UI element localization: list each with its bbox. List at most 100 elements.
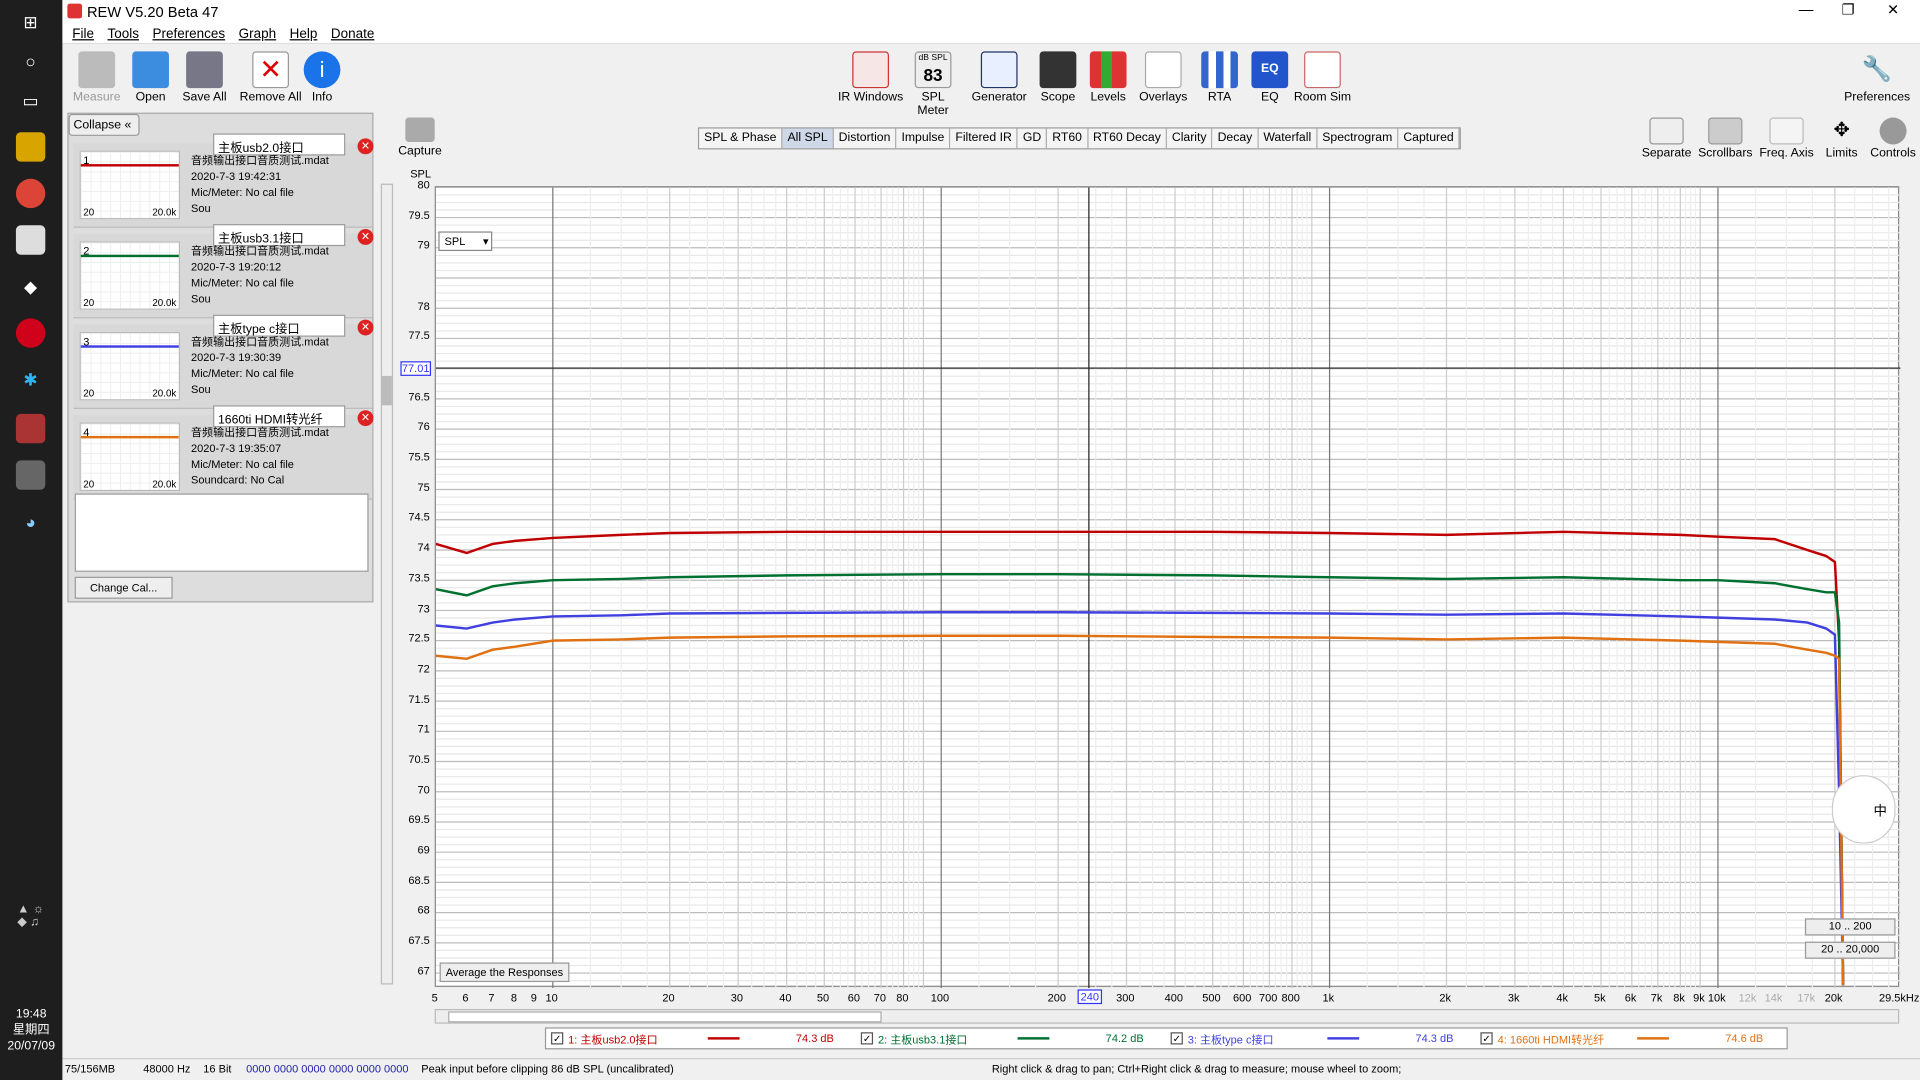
remove-measurement-icon[interactable]: ✕ (357, 138, 374, 155)
app-icon[interactable]: ✱ (16, 365, 45, 394)
windows-start-icon[interactable]: ⊞ (16, 7, 45, 36)
vertical-scrollbar[interactable] (380, 183, 394, 985)
capture-button[interactable]: Capture (396, 117, 445, 158)
legend-item-2[interactable]: ✓ 2: 主板usb3.1接口 74.2 dB (856, 1029, 1166, 1049)
legend-item-1[interactable]: ✓ 1: 主板usb2.0接口 74.3 dB (546, 1029, 856, 1049)
clock-date: 20/07/09 (7, 1039, 56, 1054)
generator-icon (980, 51, 1018, 89)
remove-measurement-icon[interactable]: ✕ (357, 410, 374, 427)
generator-button[interactable]: Generator (970, 51, 1029, 104)
remove-measurement-icon[interactable]: ✕ (357, 319, 374, 336)
spl-graph[interactable]: SPL ▾ Average the Responses 10 .. 200 20 … (434, 186, 1901, 989)
range-button-20-20000[interactable]: 20 .. 20,000 (1804, 941, 1896, 959)
menu-tools[interactable]: Tools (108, 27, 139, 42)
collapse-button[interactable]: Collapse « (68, 113, 140, 136)
menu-graph[interactable]: Graph (239, 27, 276, 42)
y-tick-label: 74 (417, 541, 430, 554)
legend-checkbox[interactable]: ✓ (551, 1032, 564, 1045)
ime-mascot: 中 (1831, 775, 1896, 844)
menu-preferences[interactable]: Preferences (153, 27, 226, 42)
levels-button[interactable]: Levels (1086, 51, 1130, 104)
horizontal-scrollbar[interactable] (434, 1008, 1900, 1024)
measurement-item-1[interactable]: 1 20 20.0k 主板usb2.0接口 ✕ 音频输出接口音质测试.mdat 202… (73, 133, 374, 228)
y-tick-label: 70.5 (408, 752, 430, 766)
chrome-icon[interactable] (15, 178, 46, 209)
tab-waterfall[interactable]: Waterfall (1258, 128, 1318, 149)
rew-java-icon[interactable] (15, 460, 46, 490)
netease-music-icon[interactable] (15, 318, 46, 348)
tab-captured[interactable]: Captured (1398, 128, 1460, 149)
tab-impulse[interactable]: Impulse (896, 128, 951, 149)
cal-file-box (74, 493, 369, 572)
menu-donate[interactable]: Donate (331, 27, 374, 42)
tray-icons[interactable]: ▲ ☼ ◆ ♫ (16, 867, 45, 965)
overlays-button[interactable]: Overlays (1135, 51, 1191, 104)
legend-checkbox[interactable]: ✓ (860, 1032, 874, 1045)
x-tick-label: 200 (1047, 991, 1067, 1005)
tab-filtered-ir[interactable]: Filtered IR (950, 128, 1018, 149)
legend-checkbox[interactable]: ✓ (1170, 1032, 1183, 1045)
x-tick-label: 80 (896, 991, 909, 1005)
x-tick-label: 50 (816, 991, 830, 1005)
controls-button[interactable]: Controls (1867, 117, 1918, 160)
legend-checkbox[interactable]: ✓ (1480, 1032, 1493, 1045)
app-icon (67, 3, 83, 19)
menu-file[interactable]: File (72, 27, 94, 42)
close-button[interactable]: ✕ (1887, 1, 1899, 18)
open-button[interactable]: Open (126, 51, 175, 104)
limits-button[interactable]: ✥ Limits (1816, 118, 1867, 160)
preferences-button[interactable]: 🔧 Preferences (1843, 51, 1912, 104)
minimize-button[interactable]: — (1799, 1, 1814, 18)
freq-axis-button[interactable]: Freq. Axis (1757, 117, 1816, 160)
tab-rt60[interactable]: RT60 (1047, 128, 1089, 149)
cortana-icon[interactable]: ○ (16, 47, 45, 76)
spl-selector[interactable]: SPL ▾ (438, 231, 493, 252)
menu-help[interactable]: Help (290, 27, 318, 42)
maximize-button[interactable]: ❐ (1842, 1, 1855, 18)
save-all-button[interactable]: Save All (178, 51, 232, 104)
room-sim-button[interactable]: Room Sim (1292, 51, 1353, 104)
tab-clarity[interactable]: Clarity (1166, 128, 1213, 149)
x-tick-label: 100 (930, 991, 950, 1005)
spl-meter-button[interactable]: dB SPL 83 SPL Meter (905, 51, 961, 118)
scope-button[interactable]: Scope (1033, 51, 1082, 104)
game-app-icon[interactable] (15, 413, 46, 444)
x-tick-label: 1k (1322, 991, 1335, 1005)
eq-button[interactable]: EQ EQ (1250, 51, 1289, 104)
tab-all-spl[interactable]: All SPL (782, 128, 834, 149)
paint-app-icon[interactable]: ◕ (16, 507, 45, 536)
tab-rt60-decay[interactable]: RT60 Decay (1088, 128, 1167, 149)
x-tick-label: 2k (1439, 991, 1452, 1005)
folder-icon[interactable] (15, 132, 46, 162)
tab-gd[interactable]: GD (1017, 128, 1048, 149)
legend-item-4[interactable]: ✓ 4: 1660ti HDMI转光纤 74.6 dB (1476, 1029, 1786, 1049)
legend-swatch (1327, 1037, 1360, 1040)
measurement-item-2[interactable]: 2 20 20.0k 主板usb3.1接口 ✕ 音频输出接口音质测试.mdat 202… (73, 224, 374, 319)
tab-decay[interactable]: Decay (1212, 128, 1259, 149)
task-view-icon[interactable]: ▭ (16, 86, 45, 115)
tab-spectrogram[interactable]: Spectrogram (1317, 128, 1399, 149)
tab-distortion[interactable]: Distortion (833, 128, 897, 149)
scrollbars-button[interactable]: Scrollbars (1696, 117, 1755, 160)
measurement-item-3[interactable]: 3 20 20.0k 主板type c接口 ✕ 音频输出接口音质测试.mdat 202… (73, 314, 374, 409)
average-responses-button[interactable]: Average the Responses (439, 962, 570, 983)
change-cal-button[interactable]: Change Cal... (74, 576, 173, 599)
ir-windows-button[interactable]: IR Windows (836, 51, 905, 104)
remove-all-button[interactable]: ✕ Remove All (236, 51, 305, 104)
clock[interactable]: 19:48 星期四 20/07/09 (0, 1007, 62, 1055)
y-tick-label: 76 (417, 420, 430, 433)
rta-button[interactable]: RTA (1199, 51, 1241, 104)
legend-value: 74.3 dB (1415, 1032, 1454, 1045)
legend-item-3[interactable]: ✓ 3: 主板type c接口 74.3 dB (1166, 1029, 1476, 1049)
notepad-icon[interactable] (15, 225, 46, 255)
info-button[interactable]: i Info (302, 51, 341, 104)
measurement-item-4[interactable]: 4 20 20.0k 1660ti HDMI转光纤 ✕ 音频输出接口音质测试.mda… (73, 405, 374, 500)
range-button-10-200[interactable]: 10 .. 200 (1804, 918, 1896, 936)
legend-swatch (1017, 1037, 1050, 1040)
measure-button[interactable]: Measure (70, 51, 124, 104)
fox-app-icon[interactable]: ◆ (16, 272, 45, 301)
remove-measurement-icon[interactable]: ✕ (357, 228, 374, 245)
separate-button[interactable]: Separate (1637, 117, 1696, 160)
y-tick-label: 79 (417, 239, 430, 252)
tab-spl-phase[interactable]: SPL & Phase (699, 128, 783, 149)
